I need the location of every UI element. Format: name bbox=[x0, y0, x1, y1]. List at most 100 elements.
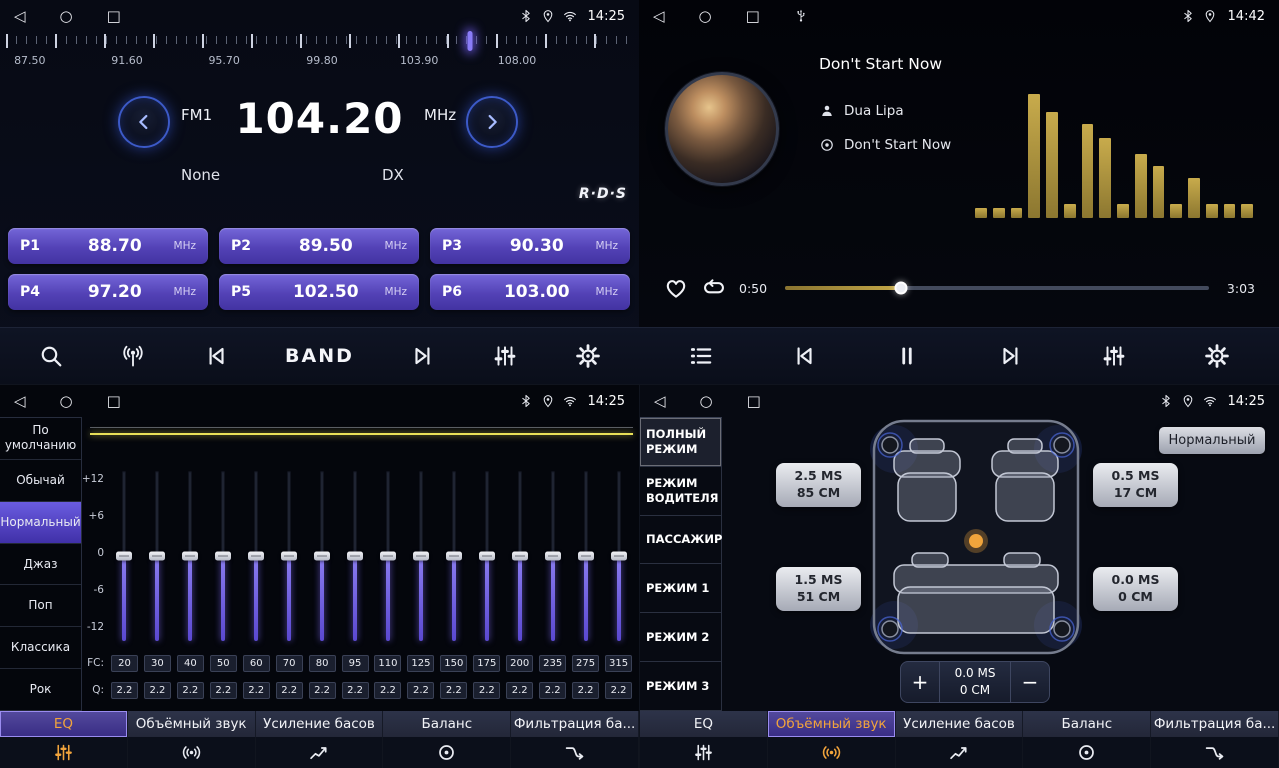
nav-recents-button[interactable]: □ bbox=[747, 394, 761, 409]
previous-icon[interactable] bbox=[791, 343, 817, 369]
eq-band-slider[interactable] bbox=[611, 471, 627, 641]
equalizer-icon[interactable] bbox=[1101, 343, 1127, 369]
next-icon[interactable] bbox=[410, 343, 436, 369]
playlist-icon[interactable] bbox=[688, 343, 714, 369]
eq-band-slider[interactable] bbox=[512, 471, 528, 641]
listening-mode-item[interactable]: ПОЛНЫЙ РЕЖИМ bbox=[640, 418, 721, 467]
listening-mode-item[interactable]: РЕЖИМ 3 bbox=[640, 662, 721, 711]
eq-slider-handle[interactable] bbox=[479, 552, 495, 561]
preset-button[interactable]: P2 89.50 MHz bbox=[219, 228, 419, 264]
seek-bar[interactable] bbox=[785, 286, 1209, 290]
eq-slider-handle[interactable] bbox=[116, 552, 132, 561]
eq-band-slider[interactable] bbox=[578, 471, 594, 641]
tab-icon bbox=[181, 742, 202, 763]
nav-home-button[interactable]: ○ bbox=[60, 394, 73, 409]
eq-band-slider[interactable] bbox=[182, 471, 198, 641]
eq-slider-handle[interactable] bbox=[182, 552, 198, 561]
nav-home-button[interactable]: ○ bbox=[60, 9, 73, 24]
pause-icon[interactable] bbox=[894, 343, 920, 369]
previous-icon[interactable] bbox=[203, 343, 229, 369]
audio-settings-tab[interactable]: Фильтрация ба... bbox=[1151, 711, 1279, 768]
eq-band-slider[interactable] bbox=[248, 471, 264, 641]
repeat-icon[interactable] bbox=[701, 275, 727, 301]
nav-recents-button[interactable]: □ bbox=[107, 9, 121, 24]
next-icon[interactable] bbox=[998, 343, 1024, 369]
nav-recents-button[interactable]: □ bbox=[107, 394, 121, 409]
eq-preset-item[interactable]: Рок bbox=[0, 669, 81, 711]
eq-preset-item[interactable]: Классика bbox=[0, 627, 81, 669]
nav-back-button[interactable]: ◁ bbox=[653, 9, 665, 24]
eq-slider-handle[interactable] bbox=[512, 552, 528, 561]
tune-up-button[interactable] bbox=[466, 96, 518, 148]
seek-bar-thumb[interactable] bbox=[894, 282, 907, 295]
audio-settings-tab[interactable]: Объёмный звук bbox=[768, 711, 896, 768]
band-button[interactable]: BAND bbox=[285, 345, 354, 367]
eq-slider-handle[interactable] bbox=[314, 552, 330, 561]
audio-settings-tab[interactable]: Баланс bbox=[1023, 711, 1151, 768]
eq-band-slider[interactable] bbox=[281, 471, 297, 641]
preset-button[interactable]: P5 102.50 MHz bbox=[219, 274, 419, 310]
eq-slider-handle[interactable] bbox=[578, 552, 594, 561]
frequency-ruler[interactable]: 87.50 91.60 95.70 99.80 103.90 108.00 bbox=[6, 34, 633, 82]
equalizer-icon[interactable] bbox=[492, 343, 518, 369]
eq-band-frequency: 20 bbox=[111, 655, 138, 672]
tab-icon-cell bbox=[768, 737, 896, 768]
listening-mode-item[interactable]: ПАССАЖИР bbox=[640, 516, 721, 565]
eq-slider-handle[interactable] bbox=[446, 552, 462, 561]
nav-back-button[interactable]: ◁ bbox=[654, 394, 666, 409]
eq-slider-handle[interactable] bbox=[347, 552, 363, 561]
eq-preset-item[interactable]: Нормальный bbox=[0, 502, 81, 544]
nav-back-button[interactable]: ◁ bbox=[14, 394, 26, 409]
preset-button[interactable]: P6 103.00 MHz bbox=[430, 274, 630, 310]
increase-delay-button[interactable]: + bbox=[901, 662, 939, 702]
eq-band-slider[interactable] bbox=[479, 471, 495, 641]
broadcast-icon[interactable] bbox=[120, 343, 146, 369]
eq-band-slider[interactable] bbox=[413, 471, 429, 641]
decrease-delay-button[interactable]: − bbox=[1011, 662, 1049, 702]
settings-gear-icon[interactable] bbox=[1204, 343, 1230, 369]
eq-band-slider[interactable] bbox=[149, 471, 165, 641]
eq-band-slider[interactable] bbox=[446, 471, 462, 641]
eq-slider-handle[interactable] bbox=[380, 552, 396, 561]
eq-slider-handle[interactable] bbox=[281, 552, 297, 561]
eq-band-slider[interactable] bbox=[215, 471, 231, 641]
eq-slider-handle[interactable] bbox=[248, 552, 264, 561]
eq-slider-handle[interactable] bbox=[611, 552, 627, 561]
eq-preset-item[interactable]: Обычай bbox=[0, 460, 81, 502]
audio-settings-tab[interactable]: Усиление басов bbox=[256, 711, 384, 768]
sound-preset-button[interactable]: Нормальный bbox=[1159, 427, 1265, 454]
audio-settings-tab[interactable]: Усиление басов bbox=[896, 711, 1024, 768]
eq-band-slider[interactable] bbox=[545, 471, 561, 641]
eq-band-slider[interactable] bbox=[116, 471, 132, 641]
eq-band-slider[interactable] bbox=[347, 471, 363, 641]
eq-slider-handle[interactable] bbox=[215, 552, 231, 561]
favorite-heart-icon[interactable] bbox=[663, 275, 689, 301]
audio-settings-tab[interactable]: EQ bbox=[640, 711, 768, 768]
audio-settings-tab[interactable]: EQ bbox=[0, 711, 128, 768]
scan-icon[interactable] bbox=[38, 343, 64, 369]
listening-mode-item[interactable]: РЕЖИМ ВОДИТЕЛЯ bbox=[640, 467, 721, 516]
eq-slider-handle[interactable] bbox=[149, 552, 165, 561]
eq-preset-item[interactable]: По умолчанию bbox=[0, 418, 81, 460]
audio-settings-tab[interactable]: Фильтрация ба... bbox=[511, 711, 639, 768]
eq-slider-fill bbox=[353, 556, 357, 641]
listening-mode-item[interactable]: РЕЖИМ 1 bbox=[640, 564, 721, 613]
eq-band-column: 235 2.2 bbox=[536, 471, 569, 699]
nav-home-button[interactable]: ○ bbox=[700, 394, 713, 409]
listening-mode-item[interactable]: РЕЖИМ 2 bbox=[640, 613, 721, 662]
nav-recents-button[interactable]: □ bbox=[746, 9, 760, 24]
nav-back-button[interactable]: ◁ bbox=[14, 9, 26, 24]
eq-band-slider[interactable] bbox=[314, 471, 330, 641]
settings-gear-icon[interactable] bbox=[575, 343, 601, 369]
audio-settings-tab[interactable]: Баланс bbox=[383, 711, 511, 768]
preset-button[interactable]: P1 88.70 MHz bbox=[8, 228, 208, 264]
preset-button[interactable]: P3 90.30 MHz bbox=[430, 228, 630, 264]
eq-slider-handle[interactable] bbox=[545, 552, 561, 561]
eq-band-slider[interactable] bbox=[380, 471, 396, 641]
nav-home-button[interactable]: ○ bbox=[699, 9, 712, 24]
audio-settings-tab[interactable]: Объёмный звук bbox=[128, 711, 256, 768]
eq-preset-item[interactable]: Поп bbox=[0, 585, 81, 627]
eq-slider-handle[interactable] bbox=[413, 552, 429, 561]
eq-preset-item[interactable]: Джаз bbox=[0, 544, 81, 586]
preset-button[interactable]: P4 97.20 MHz bbox=[8, 274, 208, 310]
